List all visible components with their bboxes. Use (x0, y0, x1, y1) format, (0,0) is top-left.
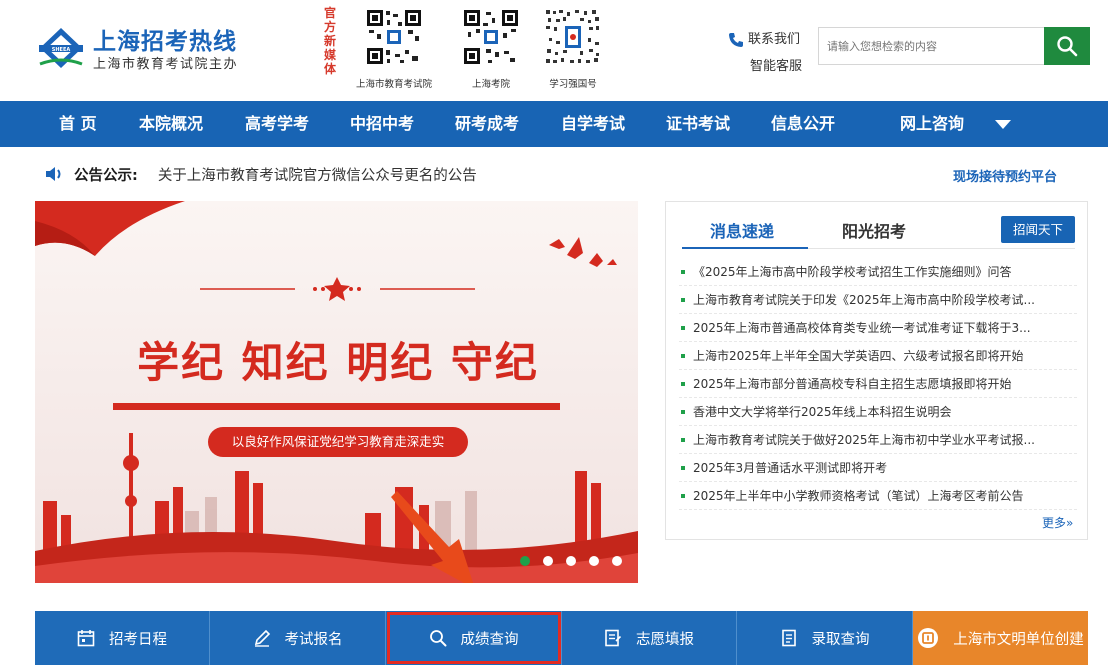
tile-admission-inquiry[interactable]: 录取查询 (737, 611, 913, 665)
news-item[interactable]: 2025年上海市部分普通高校专科自主招生志愿填报即将开始 (679, 370, 1077, 398)
nav-item-graduate-adult-exam[interactable]: 研考成考 (455, 101, 519, 147)
banner-artwork (35, 201, 638, 583)
civilization-icon (918, 628, 939, 648)
tile-exam-registration[interactable]: 考试报名 (210, 611, 386, 665)
tab-sunshine-admissions[interactable]: 阳光招考 (842, 218, 906, 242)
tile-label: 上海市文明单位创建 (953, 631, 1084, 648)
tile-exam-schedule[interactable]: 招考日程 (35, 611, 210, 665)
news-item[interactable]: 上海市2025年上半年全国大学英语四、六级考试报名即将开始 (679, 342, 1077, 370)
contact-us-link[interactable]: 联系我们 (728, 26, 808, 53)
active-tab-indicator (682, 247, 808, 249)
banner-headline: 学纪 知纪 明纪 守纪 (137, 338, 539, 387)
tile-label: 志愿填报 (636, 631, 694, 648)
qr-caption: 上海市教育考试院 (356, 79, 433, 90)
news-item[interactable]: 《2025年上海市高中阶段学校考试招生工作实施细则》问答 (679, 258, 1077, 286)
search-button[interactable] (1044, 27, 1090, 65)
site-title: 上海招考热线 (93, 29, 237, 55)
calendar-icon (77, 630, 95, 647)
carousel-dot[interactable] (612, 556, 622, 566)
phone-icon (729, 32, 743, 47)
contact-block: 联系我们 智能客服 (728, 26, 808, 80)
nav-item-gaokao[interactable]: 高考学考 (245, 101, 309, 147)
quick-service-tiles: 招考日程 考试报名 成绩查询 志愿填报 录取查询 上海市文明单位创建 (35, 611, 1088, 665)
tile-label: 成绩查询 (460, 631, 519, 648)
notice-bar: 公告公示: 关于上海市教育考试院官方微信公众号更名的公告 (44, 162, 477, 186)
news-item[interactable]: 上海市教育考试院关于做好2025年上海市初中学业水平考试报... (679, 426, 1077, 454)
carousel-dot[interactable] (589, 556, 599, 566)
carousel-dot[interactable] (566, 556, 576, 566)
news-panel: 消息速递 阳光招考 招闻天下 《2025年上海市高中阶段学校考试招生工作实施细则… (665, 201, 1088, 540)
news-more-link[interactable]: 更多» (1042, 514, 1073, 531)
carousel-dot[interactable] (520, 556, 530, 566)
qr-code-icon (365, 8, 423, 66)
qr-caption: 上海考院 (471, 79, 510, 90)
nav-dropdown-caret-icon[interactable] (995, 120, 1011, 129)
tile-application-filling[interactable]: 志愿填报 (562, 611, 737, 665)
qr-caption: 学习强国号 (549, 79, 597, 90)
tile-label: 录取查询 (811, 631, 870, 648)
speaker-icon (46, 167, 61, 181)
tile-civilization-unit[interactable]: 上海市文明单位创建 (913, 611, 1088, 665)
zhaowen-tianxia-button[interactable]: 招闻天下 (1001, 216, 1075, 243)
news-item[interactable]: 香港中文大学将举行2025年线上本科招生说明会 (679, 398, 1077, 426)
qr-code-shanghai-kaoyuan[interactable]: 上海考院 (462, 8, 520, 90)
search-icon (429, 630, 446, 647)
news-item[interactable]: 2025年上海市普通高校体育类专业统一考试准考证下载将于3... (679, 314, 1077, 342)
pencil-icon (254, 629, 270, 647)
notice-label: 公告公示: (74, 167, 138, 184)
news-item[interactable]: 2025年3月普通话水平测试即将开考 (679, 454, 1077, 482)
main-navigation: 首 页 本院概况 高考学考 中招中考 研考成考 自学考试 证书考试 信息公开 网… (0, 101, 1108, 147)
nav-item-certificate-exam[interactable]: 证书考试 (666, 101, 730, 147)
contact-us-label: 联系我们 (748, 32, 801, 47)
qr-code-icon (544, 8, 602, 66)
exam-logo-icon: SHEEA (39, 28, 83, 68)
search-box (818, 27, 1044, 65)
tile-label: 招考日程 (109, 631, 167, 648)
official-media-label: 官方新媒体 (323, 6, 336, 76)
carousel-indicators (520, 556, 622, 566)
search-icon (1057, 36, 1078, 57)
nav-item-about[interactable]: 本院概况 (139, 101, 203, 147)
qr-code-icon (462, 8, 520, 66)
document-icon (781, 629, 796, 647)
banner-slogan: 以良好作风保证党纪学习教育走深走实 (208, 427, 468, 457)
form-icon (605, 629, 622, 647)
tab-news-express[interactable]: 消息速递 (710, 218, 774, 242)
qr-code-xuexi-qiangguo[interactable]: 学习强国号 (544, 8, 602, 90)
nav-item-information-disclosure[interactable]: 信息公开 (771, 101, 835, 147)
news-list: 《2025年上海市高中阶段学校考试招生工作实施细则》问答 上海市教育考试院关于印… (679, 258, 1077, 510)
banner-carousel[interactable]: 学纪 知纪 明纪 守纪 以良好作风保证党纪学习教育走深走实 (35, 201, 638, 583)
nav-item-zhongkao[interactable]: 中招中考 (350, 101, 414, 147)
tile-label: 考试报名 (284, 631, 343, 648)
site-subtitle: 上海市教育考试院主办 (93, 57, 239, 72)
svg-text:SHEEA: SHEEA (52, 47, 71, 53)
site-logo[interactable]: SHEEA 上海招考热线 上海市教育考试院主办 (36, 22, 246, 74)
smart-service-link[interactable]: 智能客服 (728, 53, 808, 80)
news-item[interactable]: 上海市教育考试院关于印发《2025年上海市高中阶段学校考试... (679, 286, 1077, 314)
search-input[interactable] (819, 28, 1044, 64)
nav-item-home[interactable]: 首 页 (59, 101, 97, 147)
tile-score-inquiry[interactable]: 成绩查询 (386, 611, 562, 665)
notice-link[interactable]: 关于上海市教育考试院官方微信公众号更名的公告 (158, 164, 477, 185)
site-header: SHEEA 上海招考热线 上海市教育考试院主办 官方新媒体 上海市教育考试院 上… (0, 0, 1108, 101)
nav-item-self-study-exam[interactable]: 自学考试 (561, 101, 625, 147)
appointment-platform-link[interactable]: 现场接待预约平台 (953, 166, 1057, 185)
qr-code-shanghai-exam-authority[interactable]: 上海市教育考试院 (356, 8, 432, 90)
nav-item-online-consultation[interactable]: 网上咨询 (900, 101, 964, 147)
carousel-dot[interactable] (543, 556, 553, 566)
news-item[interactable]: 2025年上半年中小学教师资格考试（笔试）上海考区考前公告 (679, 482, 1077, 510)
